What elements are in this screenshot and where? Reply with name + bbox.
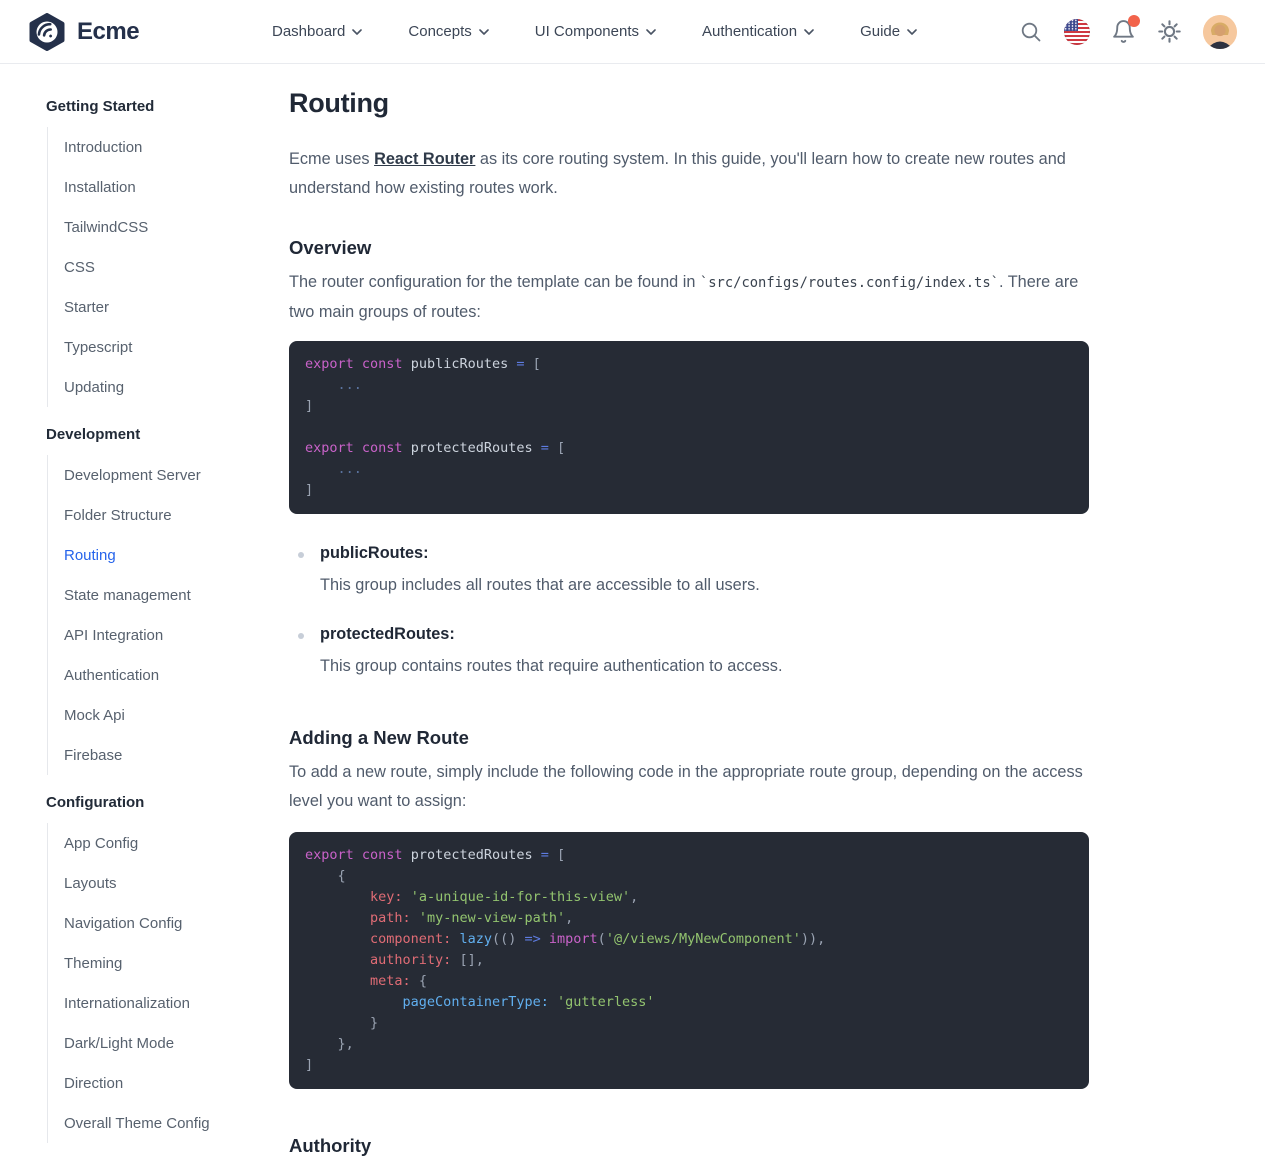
overview-paragraph: The router configuration for the templat… [289, 268, 1089, 327]
avatar-image [1203, 15, 1237, 49]
list-item-public-routes: publicRoutes: This group includes all ro… [289, 544, 1089, 600]
sidebar-item-routing[interactable]: Routing [64, 535, 289, 575]
content-area: Routing Ecme uses React Router as its co… [289, 64, 1089, 1157]
sidebar-section-title: Getting Started [46, 98, 289, 115]
sidebar-item-authentication[interactable]: Authentication [64, 655, 289, 695]
overview-text-pre: The router configuration for the templat… [289, 273, 700, 291]
sidebar-item-folder-structure[interactable]: Folder Structure [64, 495, 289, 535]
sidebar-item-navigation-config[interactable]: Navigation Config [64, 903, 289, 943]
sidebar-section-items: Development Server Folder Structure Rout… [47, 455, 289, 775]
adding-route-paragraph: To add a new route, simply include the f… [289, 758, 1089, 816]
page-title: Routing [289, 88, 1089, 119]
sidebar-item-dark-light-mode[interactable]: Dark/Light Mode [64, 1023, 289, 1063]
sidebar-section-development: Development Development Server Folder St… [46, 426, 289, 775]
sidebar-item-typescript[interactable]: Typescript [64, 327, 289, 367]
intro-text-pre: Ecme uses [289, 150, 374, 168]
sidebar-item-layouts[interactable]: Layouts [64, 863, 289, 903]
sidebar-item-tailwindcss[interactable]: TailwindCSS [64, 207, 289, 247]
code-block-route-groups: export const publicRoutes = [ ...]export… [289, 341, 1089, 514]
brand-logo[interactable]: Ecme [28, 13, 156, 51]
flag-canton [1064, 19, 1078, 31]
bullet-term: publicRoutes: [320, 544, 1089, 563]
sidebar-section-items: App Config Layouts Navigation Config The… [47, 823, 289, 1143]
bullet-term: protectedRoutes: [320, 625, 1089, 644]
chevron-down-icon [907, 29, 917, 35]
user-avatar[interactable] [1203, 15, 1237, 49]
nav-item-dashboard[interactable]: Dashboard [272, 23, 362, 40]
sidebar-item-overall-theme-config[interactable]: Overall Theme Config [64, 1103, 289, 1143]
bullet-desc: This group contains routes that require … [320, 652, 1089, 681]
nav-label: UI Components [535, 23, 639, 40]
sidebar-item-starter[interactable]: Starter [64, 287, 289, 327]
nav-label: Authentication [702, 23, 797, 40]
sidebar-item-api-integration[interactable]: API Integration [64, 615, 289, 655]
nav-item-ui-components[interactable]: UI Components [535, 23, 656, 40]
sidebar-item-development-server[interactable]: Development Server [64, 455, 289, 495]
nav-item-guide[interactable]: Guide [860, 23, 917, 40]
nav-label: Guide [860, 23, 900, 40]
sidebar-section-getting-started: Getting Started Introduction Installatio… [46, 98, 289, 407]
sidebar-item-app-config[interactable]: App Config [64, 823, 289, 863]
chevron-down-icon [646, 29, 656, 35]
bullet-desc: This group includes all routes that are … [320, 571, 1089, 600]
chevron-down-icon [352, 29, 362, 35]
sidebar-item-internationalization[interactable]: Internationalization [64, 983, 289, 1023]
sidebar-section-title: Configuration [46, 794, 289, 811]
intro-paragraph: Ecme uses React Router as its core routi… [289, 145, 1089, 203]
list-item-protected-routes: protectedRoutes: This group contains rou… [289, 625, 1089, 681]
chevron-down-icon [479, 29, 489, 35]
sidebar-item-updating[interactable]: Updating [64, 367, 289, 407]
authority-heading: Authority [289, 1135, 1089, 1157]
notifications-bell-icon[interactable] [1111, 19, 1136, 44]
nav-item-concepts[interactable]: Concepts [408, 23, 488, 40]
notification-dot [1128, 15, 1140, 27]
bullet-icon [298, 633, 304, 639]
nav-label: Concepts [408, 23, 471, 40]
settings-gear-icon[interactable] [1157, 19, 1182, 44]
top-navbar: Ecme Dashboard Concepts UI Components Au… [0, 0, 1265, 64]
sidebar-item-installation[interactable]: Installation [64, 167, 289, 207]
nav-label: Dashboard [272, 23, 345, 40]
sidebar-item-state-management[interactable]: State management [64, 575, 289, 615]
main-nav: Dashboard Concepts UI Components Authent… [272, 23, 917, 40]
sidebar-item-introduction[interactable]: Introduction [64, 127, 289, 167]
docs-sidebar: Getting Started Introduction Installatio… [0, 64, 289, 1162]
bullet-icon [298, 552, 304, 558]
nav-item-authentication[interactable]: Authentication [702, 23, 814, 40]
sidebar-item-mock-api[interactable]: Mock Api [64, 695, 289, 735]
sidebar-section-configuration: Configuration App Config Layouts Navigat… [46, 794, 289, 1143]
sidebar-section-items: Introduction Installation TailwindCSS CS… [47, 127, 289, 407]
code-block-new-route: export const protectedRoutes = [ { key: … [289, 832, 1089, 1089]
header-actions [1019, 15, 1237, 49]
sidebar-item-css[interactable]: CSS [64, 247, 289, 287]
overview-heading: Overview [289, 237, 1089, 259]
language-flag-icon[interactable] [1064, 19, 1090, 45]
chevron-down-icon [804, 29, 814, 35]
sidebar-section-title: Development [46, 426, 289, 443]
sidebar-item-direction[interactable]: Direction [64, 1063, 289, 1103]
search-icon[interactable] [1019, 20, 1043, 44]
brand-name: Ecme [77, 18, 139, 46]
sidebar-item-firebase[interactable]: Firebase [64, 735, 289, 775]
route-groups-list: publicRoutes: This group includes all ro… [289, 544, 1089, 681]
ecme-logo-icon [28, 13, 66, 51]
sidebar-item-theming[interactable]: Theming [64, 943, 289, 983]
adding-route-heading: Adding a New Route [289, 727, 1089, 749]
inline-code-path: `src/configs/routes.config/index.ts` [700, 275, 999, 291]
react-router-link[interactable]: React Router [374, 150, 475, 168]
